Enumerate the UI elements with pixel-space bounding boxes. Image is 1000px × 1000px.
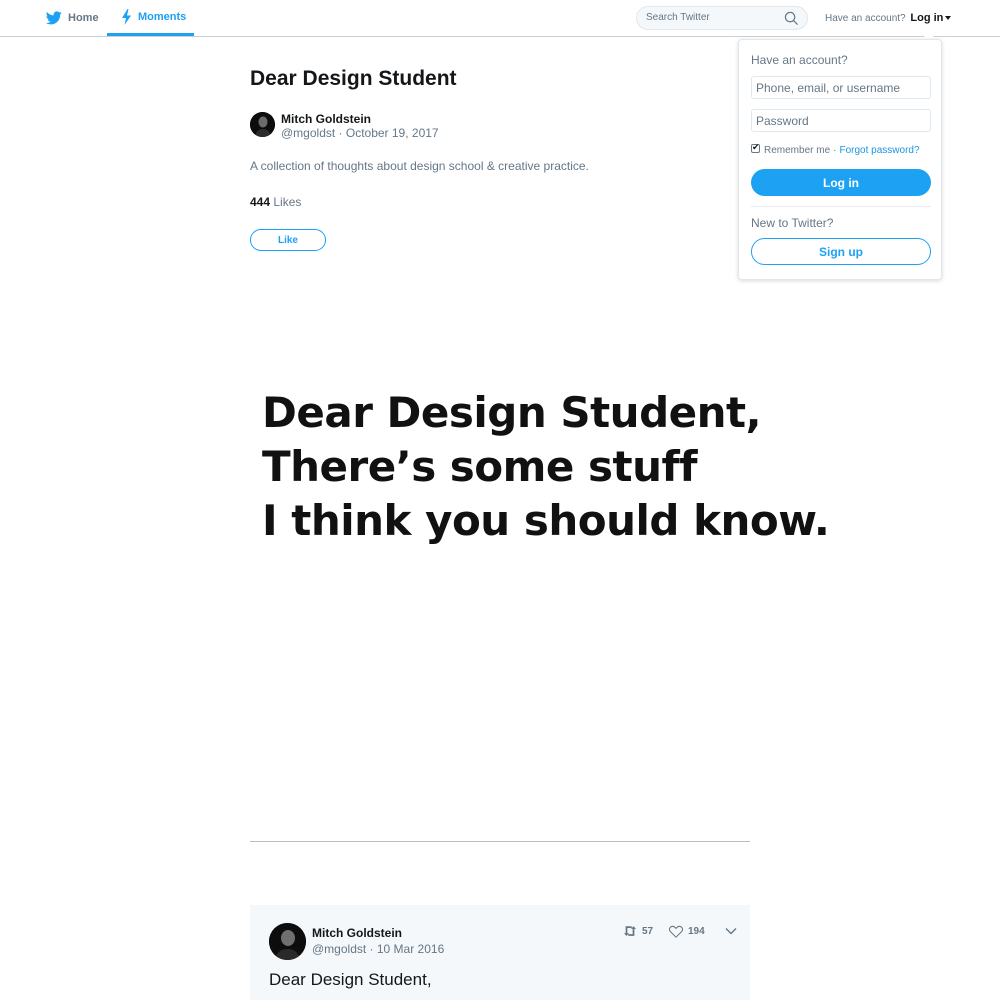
tweet-like-button[interactable]: 194 <box>669 925 705 938</box>
remember-me-checkbox[interactable] <box>751 142 760 153</box>
remember-row: Remember me · Forgot password? <box>751 142 920 156</box>
separator-dot: · <box>833 145 837 156</box>
login-button[interactable]: Log in <box>751 169 931 196</box>
login-prompt: Have an account? Log in <box>825 12 952 24</box>
moment-description: A collection of thoughts about design sc… <box>250 159 589 173</box>
retweet-button[interactable]: 57 <box>623 925 653 937</box>
password-field[interactable] <box>751 109 931 132</box>
nav-home[interactable]: Home <box>46 0 99 36</box>
remember-me-label[interactable]: Remember me <box>764 145 830 156</box>
author-meta: @mgoldst · October 19, 2017 <box>281 126 439 140</box>
forgot-password-link[interactable]: Forgot password? <box>839 145 919 156</box>
dropdown-title: Have an account? <box>751 53 848 67</box>
search-box[interactable] <box>636 6 808 30</box>
likes-count: 444 Likes <box>250 195 301 209</box>
cover-line-3: I think you should know. <box>262 496 830 545</box>
dropdown-arrow <box>922 32 936 39</box>
retweet-count: 57 <box>642 925 654 937</box>
likes-number: 444 <box>250 195 271 209</box>
caret-down-icon <box>945 16 952 21</box>
like-button[interactable]: Like <box>250 229 326 251</box>
likes-label: Likes <box>273 195 302 209</box>
twitter-bird-icon <box>46 11 62 25</box>
login-dropdown-toggle[interactable]: Log in <box>910 12 952 24</box>
lightning-bolt-icon <box>122 8 131 25</box>
chevron-down-icon[interactable] <box>725 927 737 935</box>
cover-image: Dear Design Student, There’s some stuff … <box>262 386 830 548</box>
new-to-twitter-text: New to Twitter? <box>751 216 834 230</box>
avatar[interactable] <box>269 923 306 960</box>
avatar-portrait-icon <box>250 112 275 137</box>
tweet-meta: @mgoldst · 10 Mar 2016 <box>312 942 445 956</box>
top-navigation-bar: Home Moments Have an account? Log in <box>0 0 1000 37</box>
tweet-text: Dear Design Student, <box>269 970 432 989</box>
avatar[interactable] <box>250 112 275 137</box>
moment-title: Dear Design Student <box>250 67 457 90</box>
heart-icon <box>669 925 683 938</box>
tweet-card[interactable]: Mitch Goldstein @mgoldst · 10 Mar 2016 5… <box>250 905 750 1000</box>
username-field[interactable] <box>751 76 931 99</box>
tweet-author-name[interactable]: Mitch Goldstein <box>312 926 402 940</box>
have-account-text: Have an account? <box>825 13 906 24</box>
nav-moments[interactable]: Moments <box>107 0 194 36</box>
author-name[interactable]: Mitch Goldstein <box>281 112 371 126</box>
tweet-like-count: 194 <box>688 926 705 937</box>
avatar-portrait-icon <box>269 923 306 960</box>
search-icon[interactable] <box>784 11 799 26</box>
signup-button[interactable]: Sign up <box>751 238 931 265</box>
login-toggle-label: Log in <box>910 12 944 24</box>
dropdown-divider <box>751 206 931 207</box>
search-input[interactable] <box>646 12 776 23</box>
nav-home-label: Home <box>68 12 99 24</box>
nav-moments-label: Moments <box>138 10 187 23</box>
cover-line-2: There’s some stuff <box>262 442 698 491</box>
section-divider <box>250 841 750 842</box>
cover-line-1: Dear Design Student, <box>262 388 762 437</box>
login-dropdown: Have an account? Remember me · Forgot pa… <box>738 39 942 280</box>
retweet-icon <box>623 926 637 936</box>
